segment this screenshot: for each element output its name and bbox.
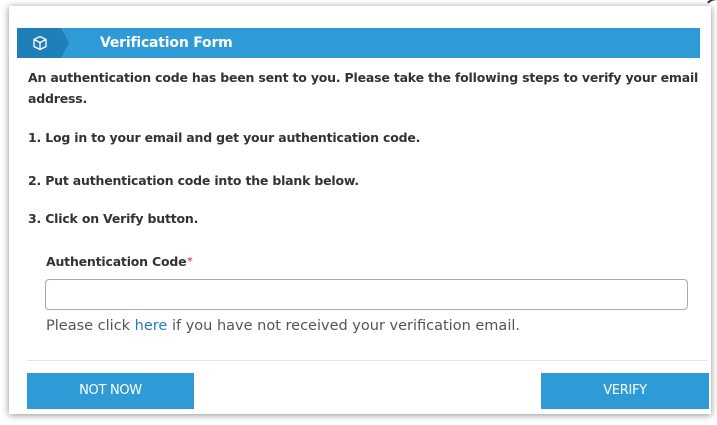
resend-message: Please click here if you have not receiv… bbox=[46, 316, 520, 336]
intro-text: An authentication code has been sent to … bbox=[28, 70, 699, 106]
authentication-code-label-text: Authentication Code bbox=[46, 254, 187, 269]
close-icon[interactable] bbox=[703, 0, 717, 26]
resend-prefix: Please click bbox=[46, 318, 135, 334]
resend-link[interactable]: here bbox=[135, 318, 168, 334]
not-now-button[interactable]: NOT NOW bbox=[27, 373, 194, 409]
step-1: 1. Log in to your email and get your aut… bbox=[28, 130, 421, 145]
required-marker: * bbox=[187, 256, 193, 267]
footer-divider bbox=[27, 360, 707, 361]
verify-button[interactable]: VERIFY bbox=[541, 373, 709, 409]
step-3: 3. Click on Verify button. bbox=[28, 211, 199, 226]
dialog-header: Verification Form bbox=[17, 28, 700, 58]
authentication-code-label: Authentication Code* bbox=[46, 254, 193, 270]
step-2: 2. Put authentication code into the blan… bbox=[28, 173, 359, 188]
cube-icon bbox=[33, 35, 47, 51]
dialog-title: Verification Form bbox=[100, 35, 233, 51]
resend-suffix: if you have not received your verificati… bbox=[167, 318, 520, 334]
authentication-code-input[interactable] bbox=[45, 279, 688, 310]
